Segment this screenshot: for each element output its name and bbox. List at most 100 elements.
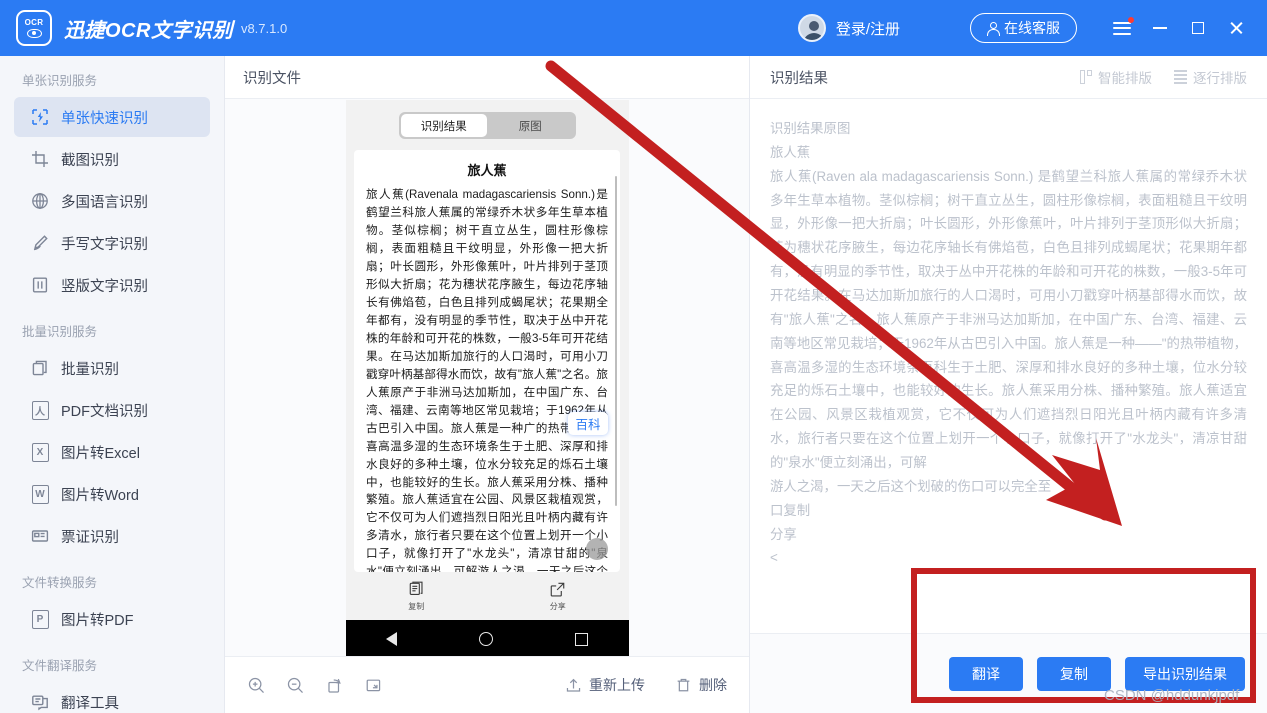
logo-ocr-text: OCR	[24, 17, 44, 27]
phone-share-label: 分享	[549, 601, 566, 611]
person-icon	[987, 21, 1000, 36]
receipt-icon	[30, 526, 50, 546]
result-line-tail: 游人之渴，一天之后这个划破的伤口可以完全至	[770, 478, 1052, 494]
word-letter: W	[31, 484, 49, 504]
sidebar-item-handwriting-recognize[interactable]: 手写文字识别	[14, 223, 210, 263]
result-line-copy: 口复制	[770, 502, 811, 518]
upload-icon	[565, 677, 582, 694]
home-circle-icon[interactable]	[478, 632, 493, 646]
sidebar-item-image-to-pdf[interactable]: P 图片转PDF	[14, 599, 210, 639]
sidebar-item-receipt-recognize[interactable]: 票证识别	[14, 516, 210, 556]
result-action-bar: 翻译 复制 导出识别结果	[750, 633, 1267, 713]
export-result-button[interactable]: 导出识别结果	[1125, 656, 1245, 691]
vertical-text-icon	[30, 275, 50, 295]
share-icon	[550, 582, 565, 596]
tab-recognition-result[interactable]: 识别结果	[400, 114, 487, 137]
document-title: 旅人蕉	[467, 163, 507, 178]
phone-share-action[interactable]: 分享	[487, 581, 629, 612]
result-panel-header: 识别结果 智能排版 逐行排版	[750, 56, 1267, 99]
pdf-icon: 人	[30, 400, 50, 420]
rotate-icon[interactable]	[325, 676, 344, 695]
result-panel-title: 识别结果	[770, 70, 828, 87]
sidebar-item-label: 翻译工具	[61, 695, 119, 712]
crop-screenshot-icon	[30, 149, 50, 169]
sidebar-item-label: 票证识别	[61, 529, 119, 546]
word-icon: W	[30, 484, 50, 504]
line-layout-option[interactable]: 逐行排版	[1174, 67, 1247, 87]
maximize-icon	[1192, 22, 1204, 34]
sidebar-group-title: 单张识别服务	[22, 74, 98, 88]
excel-icon: X	[30, 442, 50, 462]
phone-action-bar: 复制 分享	[345, 572, 629, 620]
document-scrollbar[interactable]	[614, 176, 617, 506]
pdf-letter: 人	[31, 400, 49, 420]
sidebar-item-image-to-word[interactable]: W 图片转Word	[14, 474, 210, 514]
floating-action-button-icon[interactable]	[586, 538, 608, 560]
sidebar-item-label: 批量识别	[61, 361, 119, 378]
quick-recognize-icon	[30, 107, 50, 127]
avatar[interactable]	[797, 14, 826, 42]
maximize-button[interactable]	[1181, 11, 1215, 45]
back-triangle-icon[interactable]	[386, 632, 398, 646]
reupload-button[interactable]: 重新上传	[565, 675, 645, 695]
phone-copy-action[interactable]: 复制	[346, 581, 488, 612]
result-text-area[interactable]: 识别结果原图 旅人蕉 旅人蕉(Raven ala madagascariensi…	[750, 99, 1267, 689]
result-line-title: 旅人蕉	[770, 144, 811, 160]
sidebar-item-image-to-excel[interactable]: X 图片转Excel	[14, 432, 210, 472]
sidebar-item-vertical-text-recognize[interactable]: 竖版文字识别	[14, 265, 210, 305]
zoom-in-icon[interactable]	[247, 676, 266, 695]
baike-badge[interactable]: 百科	[568, 412, 608, 435]
sidebar-item-screenshot-recognize[interactable]: 截图识别	[14, 139, 210, 179]
preview-toolbar-right: 重新上传 删除	[565, 675, 727, 695]
notification-dot-icon	[1128, 17, 1134, 23]
titlebar-right: 登录/注册 在线客服	[797, 11, 1267, 45]
sidebar-item-label: 图片转PDF	[61, 612, 134, 629]
stack-icon	[30, 358, 50, 378]
sidebar: 单张识别服务 单张快速识别 截图识别 多国语言识别 手写文字识别 竖版文字识别 …	[0, 56, 225, 713]
layout-options: 智能排版 逐行排版	[1080, 67, 1247, 87]
phone-screenshot-preview: 识别结果 原图 旅人蕉 旅人蕉(Ravenala madagascariensi…	[345, 100, 629, 658]
minimize-button[interactable]	[1143, 11, 1177, 45]
login-register-link[interactable]: 登录/注册	[836, 18, 900, 39]
menu-button[interactable]	[1105, 11, 1139, 45]
preview-panel-header: 识别文件	[225, 56, 749, 99]
delete-button[interactable]: 删除	[675, 675, 727, 695]
pen-icon	[30, 233, 50, 253]
title-bar: OCR 迅捷OCR文字识别 v8.7.1.0 登录/注册 在线客服	[0, 0, 1267, 56]
sidebar-group-title: 批量识别服务	[22, 325, 98, 339]
translate-button[interactable]: 翻译	[949, 656, 1023, 691]
preview-tab-group: 识别结果 原图	[398, 112, 576, 139]
app-window: OCR 迅捷OCR文字识别 v8.7.1.0 登录/注册 在线客服 单张识别服务…	[0, 0, 1267, 713]
preview-toolbar-left	[247, 676, 383, 695]
close-button[interactable]	[1219, 11, 1253, 45]
result-line-original: 识别结果原图	[770, 121, 851, 136]
online-customer-service-button[interactable]: 在线客服	[970, 13, 1077, 43]
copy-button[interactable]: 复制	[1037, 656, 1111, 691]
sidebar-item-single-quick-recognize[interactable]: 单张快速识别	[14, 97, 210, 137]
sidebar-item-label: 截图识别	[61, 152, 119, 169]
line-layout-label: 逐行排版	[1193, 71, 1247, 86]
sidebar-item-batch-recognize[interactable]: 批量识别	[14, 348, 210, 388]
smart-layout-icon	[1080, 70, 1092, 84]
sidebar-item-translate-tool[interactable]: 翻译工具	[14, 682, 210, 713]
excel-letter: X	[31, 442, 49, 462]
copy-icon	[409, 581, 423, 595]
minimize-icon	[1153, 27, 1167, 29]
fit-screen-icon[interactable]	[364, 676, 383, 695]
translate-icon	[30, 692, 50, 712]
sidebar-item-label: 单张快速识别	[61, 110, 148, 127]
customer-service-label: 在线客服	[1004, 20, 1060, 36]
sidebar-item-multilingual-recognize[interactable]: 多国语言识别	[14, 181, 210, 221]
sidebar-item-label: 多国语言识别	[61, 194, 148, 211]
result-body-text: 旅人蕉(Raven ala madagascariensis Sonn.) 是鹤…	[770, 168, 1247, 471]
preview-canvas[interactable]: 识别结果 原图 旅人蕉 旅人蕉(Ravenala madagascariensi…	[225, 99, 749, 658]
tab-original-image[interactable]: 原图	[487, 114, 574, 137]
smart-layout-option[interactable]: 智能排版	[1080, 67, 1152, 87]
zoom-out-icon[interactable]	[286, 676, 305, 695]
eye-icon	[26, 28, 42, 38]
android-navigation-bar	[345, 620, 629, 658]
globe-icon	[30, 191, 50, 211]
recents-square-icon[interactable]	[574, 632, 588, 646]
sidebar-item-pdf-recognize[interactable]: 人 PDF文档识别	[14, 390, 210, 430]
line-layout-icon	[1174, 70, 1187, 84]
